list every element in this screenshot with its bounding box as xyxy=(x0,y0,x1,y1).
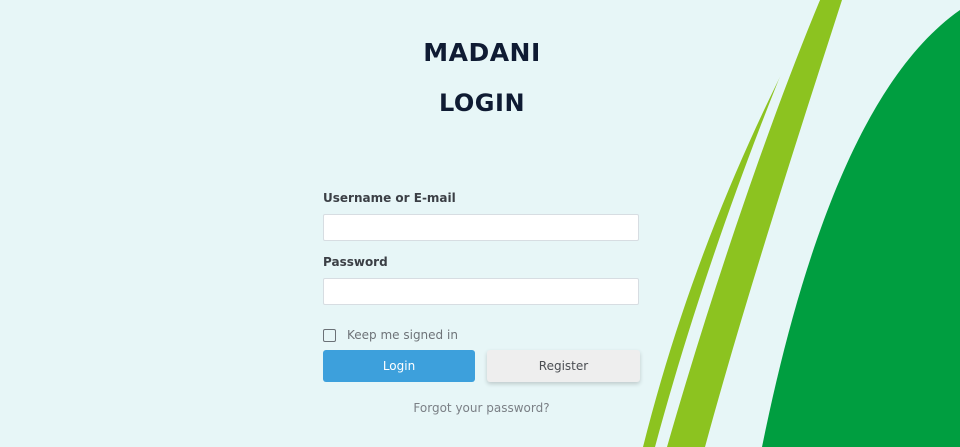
password-input[interactable] xyxy=(323,278,639,305)
login-page: MADANI LOGIN Username or E-mail Password… xyxy=(0,0,960,447)
dark-green-wave xyxy=(762,10,960,447)
brand-title: MADANI xyxy=(423,38,541,67)
password-label: Password xyxy=(323,255,388,269)
login-button[interactable]: Login xyxy=(323,350,475,382)
remember-me-label[interactable]: Keep me signed in xyxy=(347,328,458,342)
username-label: Username or E-mail xyxy=(323,191,456,205)
remember-me-row[interactable]: Keep me signed in xyxy=(323,328,458,342)
login-heading: LOGIN xyxy=(438,89,526,117)
forgot-password-link[interactable]: Forgot your password? xyxy=(323,401,640,415)
username-input[interactable] xyxy=(323,214,639,241)
light-green-swoosh xyxy=(643,0,842,447)
light-green-thin-swoosh xyxy=(655,0,820,447)
remember-me-checkbox[interactable] xyxy=(323,328,336,342)
register-button[interactable]: Register xyxy=(487,350,640,382)
